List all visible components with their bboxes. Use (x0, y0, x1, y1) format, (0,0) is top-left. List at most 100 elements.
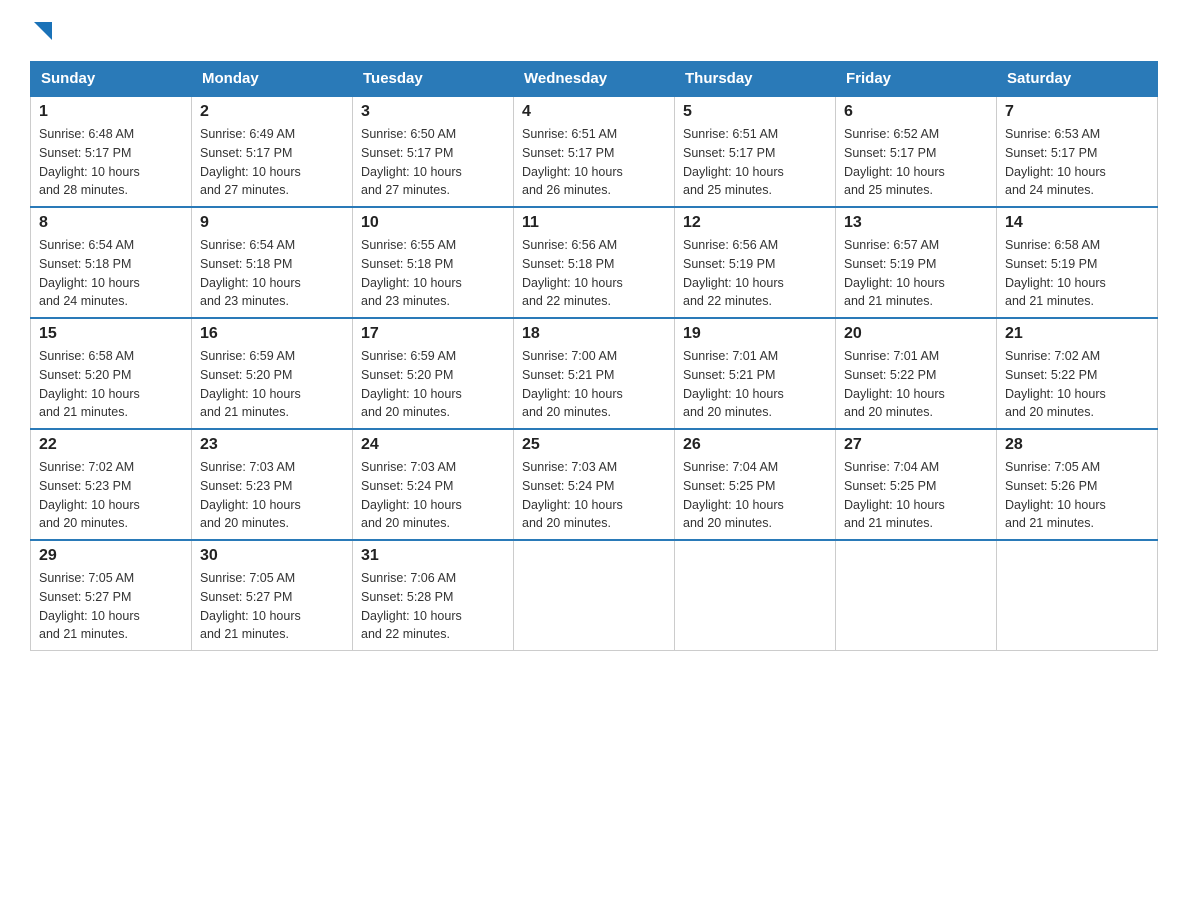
calendar-cell: 18 Sunrise: 7:00 AM Sunset: 5:21 PM Dayl… (514, 318, 675, 429)
calendar-header-friday: Friday (836, 62, 997, 97)
calendar-cell: 31 Sunrise: 7:06 AM Sunset: 5:28 PM Dayl… (353, 540, 514, 651)
day-info: Sunrise: 6:53 AM Sunset: 5:17 PM Dayligh… (1005, 125, 1149, 200)
day-number: 2 (200, 103, 344, 121)
day-info: Sunrise: 6:51 AM Sunset: 5:17 PM Dayligh… (683, 125, 827, 200)
day-info: Sunrise: 6:56 AM Sunset: 5:18 PM Dayligh… (522, 236, 666, 311)
day-number: 31 (361, 547, 505, 565)
day-number: 15 (39, 325, 183, 343)
day-info: Sunrise: 7:01 AM Sunset: 5:21 PM Dayligh… (683, 347, 827, 422)
day-number: 11 (522, 214, 666, 232)
calendar-cell: 7 Sunrise: 6:53 AM Sunset: 5:17 PM Dayli… (997, 96, 1158, 207)
day-info: Sunrise: 7:00 AM Sunset: 5:21 PM Dayligh… (522, 347, 666, 422)
day-info: Sunrise: 6:56 AM Sunset: 5:19 PM Dayligh… (683, 236, 827, 311)
calendar-cell: 27 Sunrise: 7:04 AM Sunset: 5:25 PM Dayl… (836, 429, 997, 540)
day-info: Sunrise: 6:55 AM Sunset: 5:18 PM Dayligh… (361, 236, 505, 311)
day-info: Sunrise: 6:57 AM Sunset: 5:19 PM Dayligh… (844, 236, 988, 311)
day-info: Sunrise: 6:49 AM Sunset: 5:17 PM Dayligh… (200, 125, 344, 200)
day-number: 25 (522, 436, 666, 454)
calendar-cell: 15 Sunrise: 6:58 AM Sunset: 5:20 PM Dayl… (31, 318, 192, 429)
calendar-cell: 22 Sunrise: 7:02 AM Sunset: 5:23 PM Dayl… (31, 429, 192, 540)
day-info: Sunrise: 6:59 AM Sunset: 5:20 PM Dayligh… (361, 347, 505, 422)
day-info: Sunrise: 6:50 AM Sunset: 5:17 PM Dayligh… (361, 125, 505, 200)
day-info: Sunrise: 7:04 AM Sunset: 5:25 PM Dayligh… (683, 458, 827, 533)
calendar-cell: 17 Sunrise: 6:59 AM Sunset: 5:20 PM Dayl… (353, 318, 514, 429)
day-info: Sunrise: 7:05 AM Sunset: 5:27 PM Dayligh… (39, 569, 183, 644)
day-info: Sunrise: 6:58 AM Sunset: 5:20 PM Dayligh… (39, 347, 183, 422)
day-number: 23 (200, 436, 344, 454)
calendar-header-sunday: Sunday (31, 62, 192, 97)
calendar-cell: 8 Sunrise: 6:54 AM Sunset: 5:18 PM Dayli… (31, 207, 192, 318)
day-info: Sunrise: 7:03 AM Sunset: 5:24 PM Dayligh… (361, 458, 505, 533)
day-number: 19 (683, 325, 827, 343)
day-info: Sunrise: 7:02 AM Sunset: 5:22 PM Dayligh… (1005, 347, 1149, 422)
calendar-header-thursday: Thursday (675, 62, 836, 97)
day-number: 18 (522, 325, 666, 343)
day-number: 7 (1005, 103, 1149, 121)
calendar-week-row: 29 Sunrise: 7:05 AM Sunset: 5:27 PM Dayl… (31, 540, 1158, 651)
day-number: 13 (844, 214, 988, 232)
day-info: Sunrise: 6:59 AM Sunset: 5:20 PM Dayligh… (200, 347, 344, 422)
day-number: 24 (361, 436, 505, 454)
calendar-cell: 9 Sunrise: 6:54 AM Sunset: 5:18 PM Dayli… (192, 207, 353, 318)
calendar-cell: 11 Sunrise: 6:56 AM Sunset: 5:18 PM Dayl… (514, 207, 675, 318)
day-number: 12 (683, 214, 827, 232)
day-info: Sunrise: 7:02 AM Sunset: 5:23 PM Dayligh… (39, 458, 183, 533)
day-number: 20 (844, 325, 988, 343)
day-number: 5 (683, 103, 827, 121)
day-info: Sunrise: 6:58 AM Sunset: 5:19 PM Dayligh… (1005, 236, 1149, 311)
calendar-cell: 3 Sunrise: 6:50 AM Sunset: 5:17 PM Dayli… (353, 96, 514, 207)
day-info: Sunrise: 6:51 AM Sunset: 5:17 PM Dayligh… (522, 125, 666, 200)
day-number: 8 (39, 214, 183, 232)
calendar-cell: 4 Sunrise: 6:51 AM Sunset: 5:17 PM Dayli… (514, 96, 675, 207)
day-number: 30 (200, 547, 344, 565)
logo-arrow-icon (34, 22, 52, 40)
day-info: Sunrise: 7:05 AM Sunset: 5:26 PM Dayligh… (1005, 458, 1149, 533)
day-info: Sunrise: 7:05 AM Sunset: 5:27 PM Dayligh… (200, 569, 344, 644)
calendar-cell: 13 Sunrise: 6:57 AM Sunset: 5:19 PM Dayl… (836, 207, 997, 318)
calendar-cell: 2 Sunrise: 6:49 AM Sunset: 5:17 PM Dayli… (192, 96, 353, 207)
calendar-cell: 12 Sunrise: 6:56 AM Sunset: 5:19 PM Dayl… (675, 207, 836, 318)
calendar-cell: 23 Sunrise: 7:03 AM Sunset: 5:23 PM Dayl… (192, 429, 353, 540)
calendar-week-row: 8 Sunrise: 6:54 AM Sunset: 5:18 PM Dayli… (31, 207, 1158, 318)
calendar-cell: 20 Sunrise: 7:01 AM Sunset: 5:22 PM Dayl… (836, 318, 997, 429)
day-info: Sunrise: 6:52 AM Sunset: 5:17 PM Dayligh… (844, 125, 988, 200)
day-number: 21 (1005, 325, 1149, 343)
day-number: 14 (1005, 214, 1149, 232)
day-info: Sunrise: 6:54 AM Sunset: 5:18 PM Dayligh… (39, 236, 183, 311)
day-number: 3 (361, 103, 505, 121)
calendar-cell: 21 Sunrise: 7:02 AM Sunset: 5:22 PM Dayl… (997, 318, 1158, 429)
calendar-week-row: 1 Sunrise: 6:48 AM Sunset: 5:17 PM Dayli… (31, 96, 1158, 207)
day-info: Sunrise: 7:03 AM Sunset: 5:23 PM Dayligh… (200, 458, 344, 533)
day-number: 27 (844, 436, 988, 454)
day-number: 4 (522, 103, 666, 121)
calendar-week-row: 22 Sunrise: 7:02 AM Sunset: 5:23 PM Dayl… (31, 429, 1158, 540)
day-info: Sunrise: 6:48 AM Sunset: 5:17 PM Dayligh… (39, 125, 183, 200)
calendar-cell (836, 540, 997, 651)
calendar-cell: 14 Sunrise: 6:58 AM Sunset: 5:19 PM Dayl… (997, 207, 1158, 318)
calendar-cell: 30 Sunrise: 7:05 AM Sunset: 5:27 PM Dayl… (192, 540, 353, 651)
page-header (30, 20, 1158, 41)
calendar-cell (514, 540, 675, 651)
day-number: 22 (39, 436, 183, 454)
calendar-cell (675, 540, 836, 651)
day-info: Sunrise: 7:04 AM Sunset: 5:25 PM Dayligh… (844, 458, 988, 533)
logo (30, 20, 52, 41)
day-number: 28 (1005, 436, 1149, 454)
calendar-cell: 26 Sunrise: 7:04 AM Sunset: 5:25 PM Dayl… (675, 429, 836, 540)
calendar-header-row: SundayMondayTuesdayWednesdayThursdayFrid… (31, 62, 1158, 97)
calendar-cell: 24 Sunrise: 7:03 AM Sunset: 5:24 PM Dayl… (353, 429, 514, 540)
calendar-week-row: 15 Sunrise: 6:58 AM Sunset: 5:20 PM Dayl… (31, 318, 1158, 429)
calendar-header-tuesday: Tuesday (353, 62, 514, 97)
calendar-cell: 29 Sunrise: 7:05 AM Sunset: 5:27 PM Dayl… (31, 540, 192, 651)
calendar-cell: 10 Sunrise: 6:55 AM Sunset: 5:18 PM Dayl… (353, 207, 514, 318)
day-number: 10 (361, 214, 505, 232)
calendar-header-saturday: Saturday (997, 62, 1158, 97)
day-number: 16 (200, 325, 344, 343)
day-number: 26 (683, 436, 827, 454)
day-info: Sunrise: 7:03 AM Sunset: 5:24 PM Dayligh… (522, 458, 666, 533)
day-info: Sunrise: 7:06 AM Sunset: 5:28 PM Dayligh… (361, 569, 505, 644)
day-number: 29 (39, 547, 183, 565)
day-number: 17 (361, 325, 505, 343)
calendar-header-wednesday: Wednesday (514, 62, 675, 97)
calendar-cell: 5 Sunrise: 6:51 AM Sunset: 5:17 PM Dayli… (675, 96, 836, 207)
